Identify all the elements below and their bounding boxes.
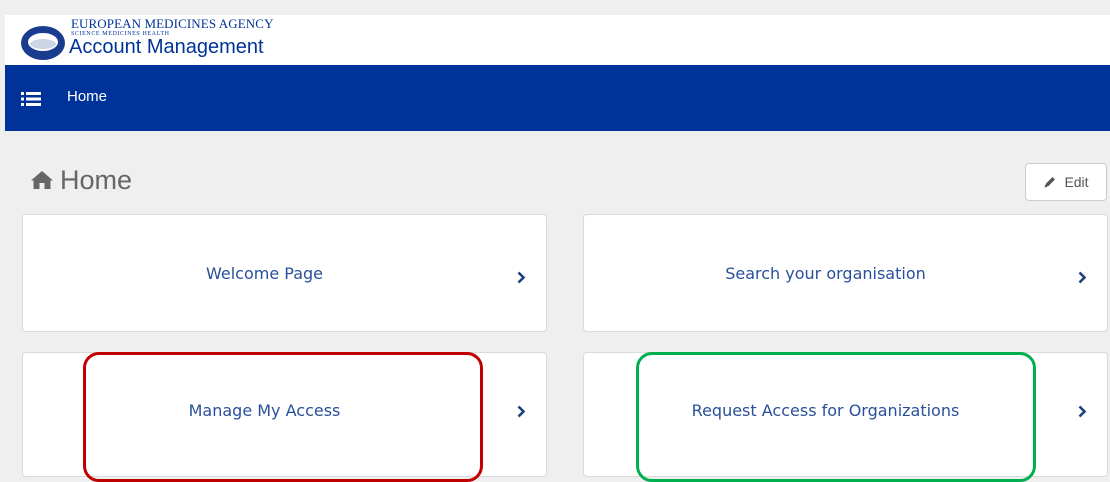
chevron-right-icon — [517, 405, 526, 418]
chevron-right-icon — [1078, 405, 1087, 418]
page-title-text: Home — [60, 164, 133, 195]
tile-search-organisation[interactable]: Search your organisation — [583, 214, 1108, 332]
tile-welcome-page[interactable]: Welcome Page — [22, 214, 547, 332]
nav-home-link[interactable]: Home — [67, 88, 107, 105]
page-title: Home — [30, 162, 132, 198]
agency-name: EUROPEAN MEDICINES AGENCY — [71, 16, 274, 31]
tile-label: Welcome Page — [205, 263, 323, 283]
main-navbar: Home — [5, 65, 1110, 131]
list-icon[interactable] — [21, 91, 41, 107]
chevron-right-icon — [517, 271, 526, 284]
tile-label: Search your organisation — [725, 263, 926, 283]
edit-button-label: Edit — [1064, 174, 1089, 190]
chevron-right-icon — [1078, 271, 1087, 284]
edit-button[interactable]: Edit — [1025, 163, 1107, 201]
app-header: EUROPEAN MEDICINES AGENCY SCIENCE MEDICI… — [5, 15, 1110, 65]
home-icon — [31, 171, 53, 189]
pencil-icon — [1044, 177, 1056, 188]
ema-logo-icon — [21, 26, 65, 60]
app-title: Account Management — [69, 36, 264, 58]
